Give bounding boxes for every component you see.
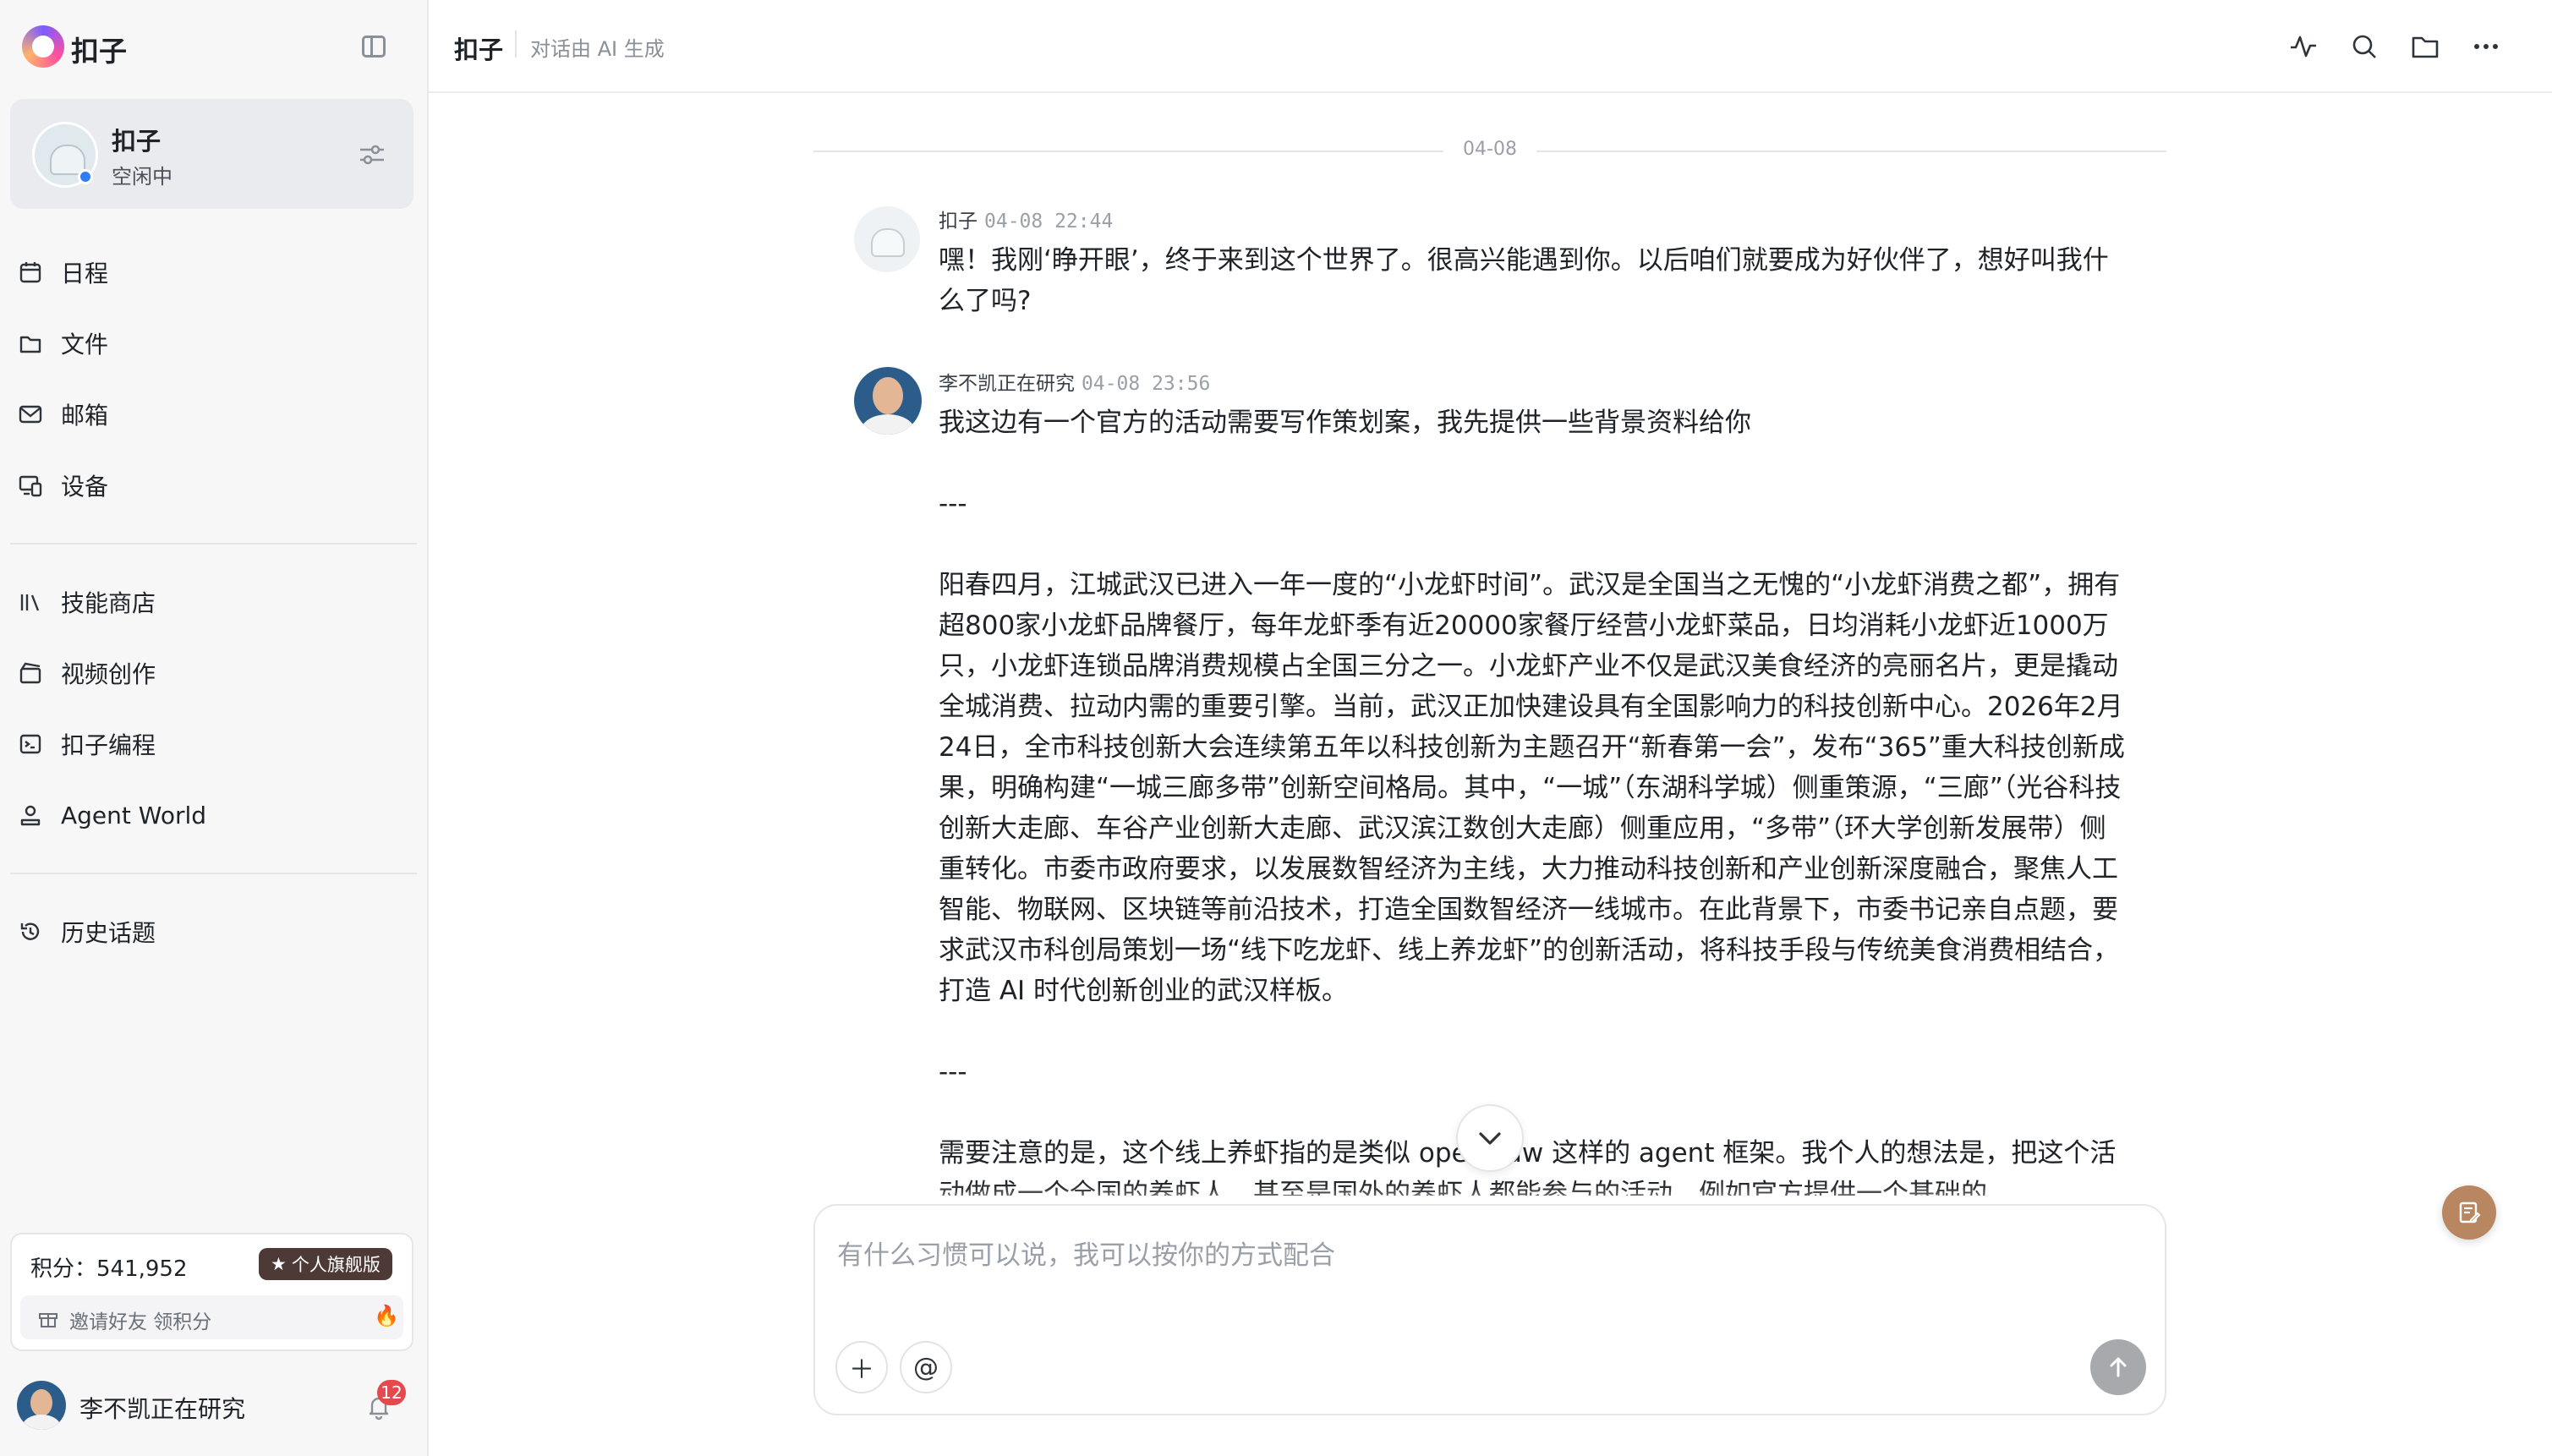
message-meta: 李不凯正在研究 04-08 23:56 [939, 367, 1210, 396]
invite-label: 邀请好友 领积分 [69, 1311, 212, 1333]
title-divider [515, 30, 517, 57]
add-attachment-button[interactable]: ＋ [835, 1341, 888, 1393]
nav-item-agent-world[interactable]: Agent World [17, 790, 410, 840]
library-icon [17, 588, 44, 616]
chat-title: 扣子 [454, 36, 504, 64]
video-icon [17, 660, 44, 687]
mention-button[interactable]: @ [900, 1341, 952, 1393]
message-meta: 扣子 04-08 22:44 [939, 205, 1113, 233]
date-line [1536, 151, 2166, 152]
calendar-icon [17, 259, 44, 286]
arrow-up-icon [2110, 1357, 2127, 1377]
fire-icon: 🔥 [374, 1304, 399, 1327]
message-text: 阳春四月，江城武汉已进入一年一度的“小龙虾时间”。武汉是全国当之无愧的“小龙虾消… [939, 570, 2125, 1006]
message-time: 04-08 23:56 [1082, 373, 1211, 395]
message-bubble: 我这边有一个官方的活动需要写作策划案，我先提供一些背景资料给你 --- 阳春四月… [939, 402, 2131, 1196]
message-input[interactable] [835, 1229, 2141, 1282]
message-sender: 扣子 [939, 211, 978, 233]
agent-icon [17, 802, 44, 829]
nav-label: 邮箱 [61, 402, 109, 430]
date-separator: 04-08 [813, 139, 2166, 164]
at-icon: @ [913, 1352, 939, 1382]
app-logo [22, 25, 64, 68]
message-text: 需要注意的是，这个线上养虾指的是类似 openclaw 这样的 agent 框架… [939, 1138, 2117, 1196]
nav-label: 扣子编程 [61, 731, 156, 759]
message-composer: ＋ @ [813, 1204, 2166, 1415]
folder-icon [17, 330, 44, 357]
nav-item-schedule[interactable]: 日程 [17, 247, 410, 298]
user-name[interactable]: 李不凯正在研究 [79, 1391, 245, 1425]
scroll-to-bottom-button[interactable] [1456, 1104, 1524, 1172]
plan-badge[interactable]: ★ 个人旗舰版 [259, 1248, 392, 1280]
plan-badge-label: 个人旗舰版 [291, 1255, 381, 1275]
nav-label: 日程 [61, 260, 109, 287]
nav-label: 文件 [61, 331, 109, 359]
notes-button[interactable] [2442, 1185, 2496, 1240]
terminal-icon [17, 731, 44, 758]
sidebar: 扣子 扣子 空闲中 日程 文件 邮箱 设备 技能商店 视频创作 扣子编程 Age… [0, 0, 429, 1456]
sliders-icon[interactable] [359, 143, 386, 167]
notification-count-badge: 12 [377, 1380, 406, 1405]
nav-item-devices[interactable]: 设备 [17, 460, 410, 511]
agent-card[interactable]: 扣子 空闲中 [10, 99, 413, 209]
message-sender: 李不凯正在研究 [939, 373, 1075, 395]
folder-icon[interactable] [2409, 30, 2441, 63]
more-icon[interactable] [2470, 30, 2502, 63]
sidebar-divider [10, 873, 417, 874]
nav-label: 历史话题 [61, 919, 156, 947]
sidebar-toggle-icon[interactable] [362, 36, 386, 57]
agent-name: 扣子 [112, 127, 162, 156]
search-icon[interactable] [2348, 30, 2380, 63]
message-hr-text: --- [939, 489, 967, 519]
invite-friends-button[interactable]: 邀请好友 领积分 🔥 [20, 1295, 403, 1339]
agent-status-dot [78, 169, 93, 184]
activity-icon[interactable] [2287, 30, 2319, 63]
bot-avatar [854, 206, 920, 272]
nav-label: 设备 [61, 473, 109, 501]
devices-icon [17, 472, 44, 499]
nav-item-files[interactable]: 文件 [17, 318, 410, 369]
message-hr-text: --- [939, 1057, 967, 1087]
nav-item-video[interactable]: 视频创作 [17, 648, 410, 698]
agent-status: 空闲中 [112, 165, 173, 189]
plus-icon: ＋ [849, 1355, 874, 1385]
nav-item-history[interactable]: 历史话题 [17, 906, 410, 957]
message-text: 我这边有一个官方的活动需要写作策划案，我先提供一些背景资料给你 [939, 408, 1751, 438]
message-text: 嘿！我刚‘睁开眼’，终于来到这个世界了。很高兴能遇到你。以后咱们就要成为好伙伴了… [939, 245, 2109, 316]
nav-item-mail[interactable]: 邮箱 [17, 389, 410, 440]
nav-label: 视频创作 [61, 660, 156, 688]
note-edit-icon [2459, 1201, 2481, 1223]
gift-icon [39, 1313, 58, 1327]
points-card: 积分：541,952 ★ 个人旗舰版 邀请好友 领积分 🔥 [10, 1233, 413, 1351]
message-bubble: 嘿！我刚‘睁开眼’，终于来到这个世界了。很高兴能遇到你。以后咱们就要成为好伙伴了… [939, 240, 2131, 321]
nav-label: Agent World [61, 801, 207, 829]
history-icon [17, 918, 44, 945]
date-label: 04-08 [1463, 139, 1517, 160]
star-icon: ★ [271, 1254, 287, 1274]
sidebar-divider [10, 543, 417, 545]
date-line [813, 151, 1443, 152]
user-message-avatar [854, 367, 922, 435]
user-avatar[interactable] [17, 1381, 66, 1430]
chevron-down-icon [1479, 1132, 1501, 1145]
send-button[interactable] [2090, 1339, 2146, 1395]
ai-generated-note: 对话由 AI 生成 [530, 37, 665, 61]
app-title: 扣子 [71, 35, 127, 68]
points-balance: 积分：541,952 [30, 1256, 188, 1282]
nav-item-coding[interactable]: 扣子编程 [17, 719, 410, 769]
nav-item-skill-store[interactable]: 技能商店 [17, 577, 410, 627]
message-time: 04-08 22:44 [984, 211, 1114, 233]
mail-icon [17, 401, 44, 428]
nav-label: 技能商店 [61, 589, 156, 617]
chat-header: 扣子 对话由 AI 生成 [429, 0, 2552, 93]
